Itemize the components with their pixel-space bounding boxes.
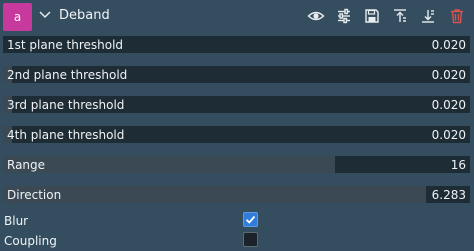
slider-label: Range: [7, 158, 46, 172]
blur-row: Blur: [0, 211, 474, 231]
slider-label: 1st plane threshold: [7, 38, 124, 52]
move-down-icon[interactable]: [419, 7, 437, 25]
slider-plane2-threshold[interactable]: 2nd plane threshold 0.020: [3, 66, 470, 83]
delete-trash-icon[interactable]: [448, 7, 466, 25]
slider-label: 3rd plane threshold: [7, 98, 125, 112]
filter-badge[interactable]: a: [3, 3, 32, 31]
slider-plane4-threshold[interactable]: 4th plane threshold 0.020: [3, 126, 470, 143]
slider-value: 6.283: [431, 188, 466, 202]
slider-value: 0.020: [431, 38, 466, 52]
slider-value: 0.020: [431, 128, 466, 142]
coupling-checkbox[interactable]: [243, 232, 258, 247]
coupling-row: Coupling: [0, 231, 474, 251]
filter-title: Deband: [59, 8, 110, 23]
chevron-down-icon[interactable]: [38, 9, 52, 21]
slider-fill: [3, 156, 335, 173]
adjust-sliders-icon[interactable]: [335, 7, 353, 25]
coupling-label: Coupling: [4, 234, 57, 248]
save-icon[interactable]: [363, 7, 381, 25]
visibility-eye-icon[interactable]: [307, 7, 325, 25]
slider-value: 0.020: [431, 68, 466, 82]
slider-direction[interactable]: Direction 6.283: [3, 186, 470, 203]
slider-value: 16: [450, 158, 466, 172]
slider-label: Direction: [7, 188, 62, 202]
slider-fill: [3, 186, 426, 203]
slider-range[interactable]: Range 16: [3, 156, 470, 173]
move-up-icon[interactable]: [391, 7, 409, 25]
slider-plane1-threshold[interactable]: 1st plane threshold 0.020: [3, 36, 470, 53]
filter-header: a Deband: [0, 0, 474, 33]
slider-plane3-threshold[interactable]: 3rd plane threshold 0.020: [3, 96, 470, 113]
blur-label: Blur: [4, 214, 29, 228]
slider-label: 4th plane threshold: [7, 128, 125, 142]
slider-value: 0.020: [431, 98, 466, 112]
blur-checkbox[interactable]: [243, 212, 258, 227]
slider-label: 2nd plane threshold: [7, 68, 128, 82]
